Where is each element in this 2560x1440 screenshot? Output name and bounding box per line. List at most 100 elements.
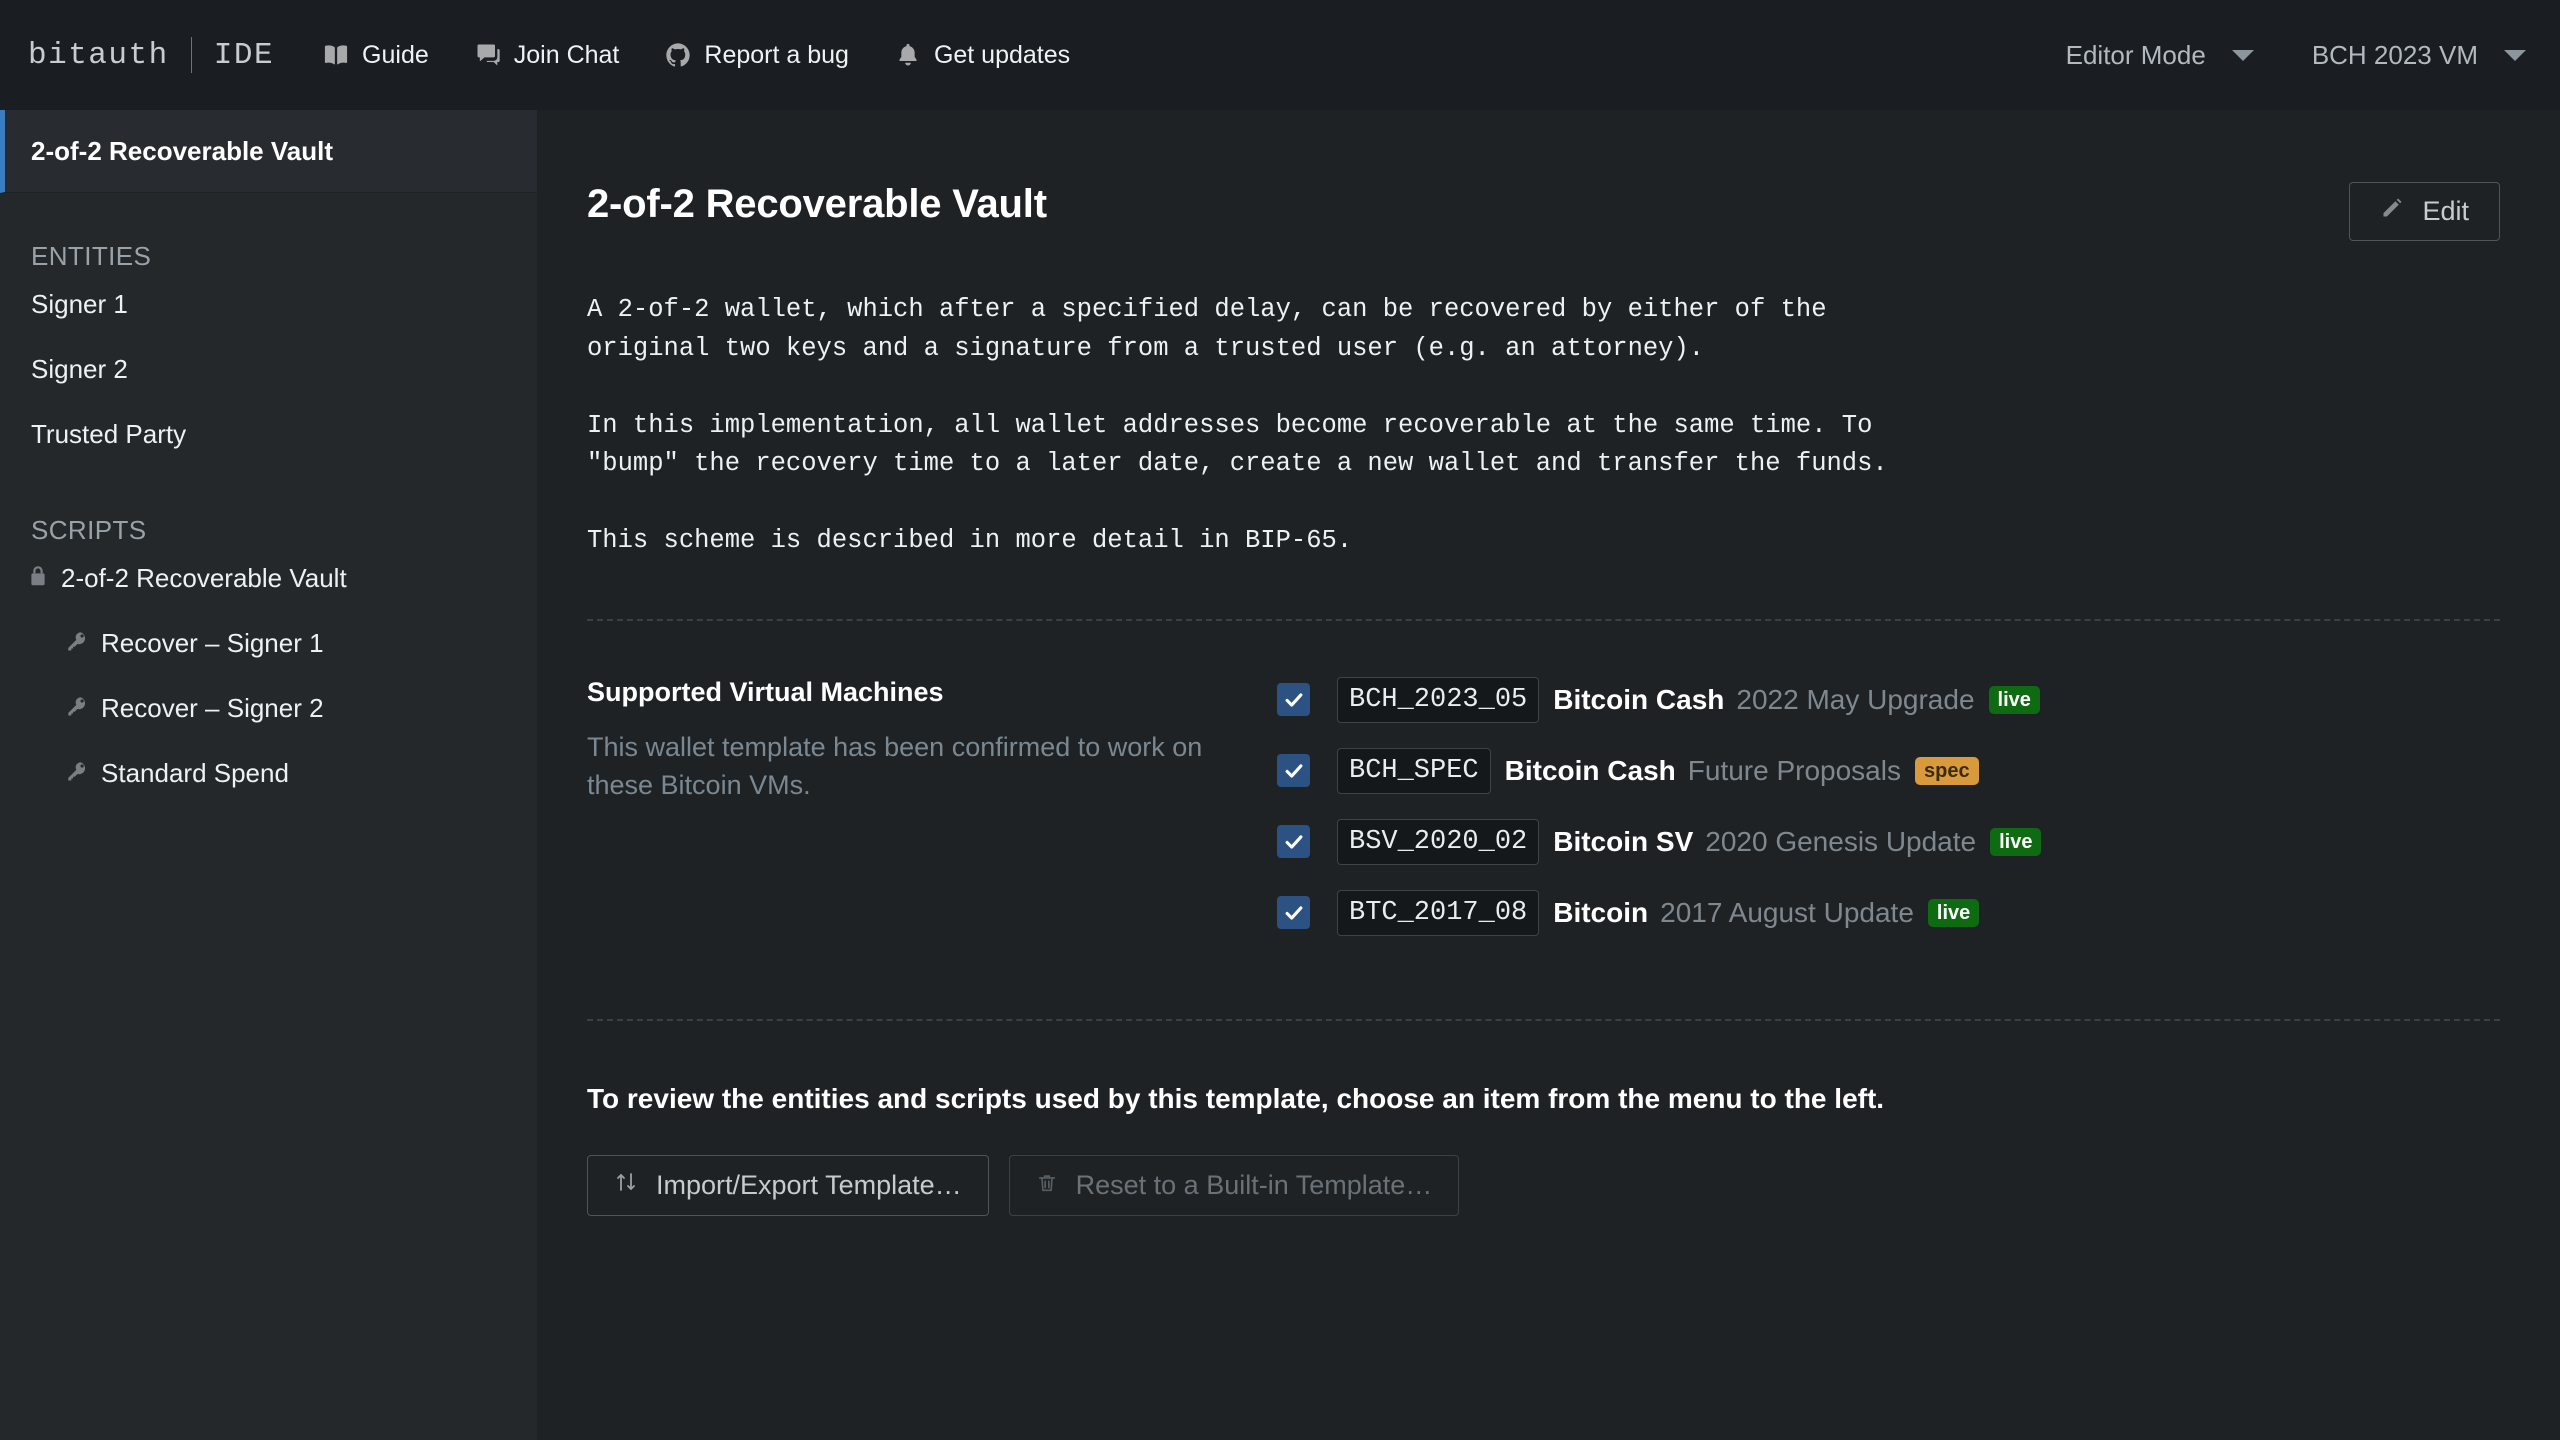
check-icon: [1283, 689, 1305, 711]
title-row: 2-of-2 Recoverable Vault Edit: [587, 182, 2500, 241]
supported-vms-list: BCH_2023_05 Bitcoin Cash 2022 May Upgrad…: [1277, 677, 2500, 961]
divider-top: [587, 619, 2500, 621]
nav-link-label: Report a bug: [704, 41, 849, 70]
vm-selector-label: BCH 2023 VM: [2312, 40, 2478, 71]
button-label: Reset to a Built-in Template…: [1076, 1170, 1433, 1201]
vm-name: Bitcoin Cash: [1553, 684, 1724, 716]
brand-logo[interactable]: bitauth IDE: [28, 37, 274, 73]
chevron-down-icon: [2504, 50, 2526, 61]
header-right-controls: Editor Mode BCH 2023 VM: [2066, 40, 2526, 71]
app-root: bitauth IDE Guide: [0, 0, 2560, 1440]
brand-divider: [191, 37, 192, 73]
vm-checkbox-bsv-2020-02[interactable]: [1277, 825, 1310, 858]
vm-row: BTC_2017_08 Bitcoin 2017 August Update l…: [1277, 890, 2500, 936]
status-badge: spec: [1915, 757, 1979, 785]
github-icon: [664, 41, 692, 69]
sidebar-script-recover-signer-1[interactable]: Recover – Signer 1: [0, 611, 537, 676]
nav-link-guide[interactable]: Guide: [322, 41, 429, 70]
page-title: 2-of-2 Recoverable Vault: [587, 182, 1047, 227]
sidebar-item-label: Recover – Signer 2: [101, 693, 324, 724]
chat-icon: [474, 41, 502, 69]
app-body: 2-of-2 Recoverable Vault ENTITIES Signer…: [0, 110, 2560, 1440]
description-paragraph-3: This scheme is described in more detail …: [587, 522, 2500, 561]
supported-vms-info: Supported Virtual Machines This wallet t…: [587, 677, 1277, 961]
book-icon: [322, 41, 350, 69]
vm-id: BTC_2017_08: [1337, 890, 1539, 936]
vm-checkbox-bch-spec[interactable]: [1277, 754, 1310, 787]
vm-row: BSV_2020_02 Bitcoin SV 2020 Genesis Upda…: [1277, 819, 2500, 865]
chevron-down-icon: [2232, 50, 2254, 61]
check-icon: [1283, 831, 1305, 853]
sidebar-item-template-name[interactable]: 2-of-2 Recoverable Vault: [0, 110, 537, 193]
sidebar-script-locking[interactable]: 2-of-2 Recoverable Vault: [0, 546, 537, 611]
sidebar-item-trusted-party[interactable]: Trusted Party: [0, 402, 537, 467]
nav-link-join-chat[interactable]: Join Chat: [474, 41, 620, 70]
vm-checkbox-btc-2017-08[interactable]: [1277, 896, 1310, 929]
sidebar-script-recover-signer-2[interactable]: Recover – Signer 2: [0, 676, 537, 741]
vm-id: BCH_SPEC: [1337, 748, 1491, 794]
supported-vms-section: Supported Virtual Machines This wallet t…: [587, 677, 2500, 961]
check-icon: [1283, 902, 1305, 924]
nav-link-label: Join Chat: [514, 41, 620, 70]
vm-name: Bitcoin Cash: [1505, 755, 1676, 787]
sidebar-item-label: Trusted Party: [31, 419, 186, 450]
edit-button-label: Edit: [2422, 196, 2469, 227]
editor-mode-label: Editor Mode: [2066, 40, 2206, 71]
header-nav: Guide Join Chat Report a bug: [322, 41, 1070, 70]
vm-note: Future Proposals: [1688, 755, 1901, 787]
sidebar-item-label: 2-of-2 Recoverable Vault: [61, 563, 347, 594]
check-icon: [1283, 760, 1305, 782]
sidebar-section-entities: ENTITIES: [0, 193, 537, 272]
review-instruction: To review the entities and scripts used …: [587, 1083, 2500, 1115]
supported-vms-heading: Supported Virtual Machines: [587, 677, 1247, 708]
vm-note: 2017 August Update: [1660, 897, 1914, 929]
status-badge: live: [1928, 899, 1979, 927]
reset-to-builtin-template-button[interactable]: Reset to a Built-in Template…: [1009, 1155, 1460, 1216]
vm-note: 2020 Genesis Update: [1705, 826, 1976, 858]
vm-checkbox-bch-2023-05[interactable]: [1277, 683, 1310, 716]
edit-button[interactable]: Edit: [2349, 182, 2500, 241]
description-paragraph-1: A 2-of-2 wallet, which after a specified…: [587, 291, 2500, 369]
key-icon: [66, 628, 88, 659]
divider-bottom: [587, 1019, 2500, 1021]
vm-row: BCH_SPEC Bitcoin Cash Future Proposals s…: [1277, 748, 2500, 794]
brand-suffix: IDE: [214, 38, 274, 73]
brand-name: bitauth: [28, 38, 169, 73]
template-actions: Import/Export Template… Reset to a Built…: [587, 1155, 2500, 1216]
status-badge: live: [1990, 828, 2041, 856]
vm-selector[interactable]: BCH 2023 VM: [2312, 40, 2526, 71]
vm-id: BSV_2020_02: [1337, 819, 1539, 865]
trash-icon: [1036, 1170, 1058, 1201]
description-paragraph-2: In this implementation, all wallet addre…: [587, 407, 2500, 485]
import-export-template-button[interactable]: Import/Export Template…: [587, 1155, 989, 1216]
key-icon: [66, 693, 88, 724]
editor-mode-selector[interactable]: Editor Mode: [2066, 40, 2254, 71]
sidebar-script-standard-spend[interactable]: Standard Spend: [0, 741, 537, 806]
nav-link-label: Get updates: [934, 41, 1070, 70]
sidebar-item-label: Standard Spend: [101, 758, 289, 789]
sidebar-item-label: Signer 1: [31, 289, 128, 320]
sidebar-item-label: Signer 2: [31, 354, 128, 385]
sidebar: 2-of-2 Recoverable Vault ENTITIES Signer…: [0, 110, 537, 1440]
vm-name: Bitcoin: [1553, 897, 1648, 929]
vm-note: 2022 May Upgrade: [1736, 684, 1974, 716]
nav-link-label: Guide: [362, 41, 429, 70]
lock-icon: [28, 563, 48, 594]
supported-vms-subtext: This wallet template has been confirmed …: [587, 728, 1247, 805]
sidebar-item-signer-1[interactable]: Signer 1: [0, 272, 537, 337]
vm-row: BCH_2023_05 Bitcoin Cash 2022 May Upgrad…: [1277, 677, 2500, 723]
import-export-icon: [614, 1170, 638, 1201]
vm-name: Bitcoin SV: [1553, 826, 1693, 858]
button-label: Import/Export Template…: [656, 1170, 962, 1201]
vm-id: BCH_2023_05: [1337, 677, 1539, 723]
main-content: 2-of-2 Recoverable Vault Edit A 2-of-2 w…: [537, 110, 2560, 1440]
app-header: bitauth IDE Guide: [0, 0, 2560, 110]
sidebar-template-label: 2-of-2 Recoverable Vault: [31, 136, 333, 167]
sidebar-item-label: Recover – Signer 1: [101, 628, 324, 659]
bell-icon: [894, 41, 922, 69]
sidebar-section-scripts: SCRIPTS: [0, 467, 537, 546]
status-badge: live: [1989, 686, 2040, 714]
nav-link-get-updates[interactable]: Get updates: [894, 41, 1070, 70]
nav-link-report-a-bug[interactable]: Report a bug: [664, 41, 849, 70]
sidebar-item-signer-2[interactable]: Signer 2: [0, 337, 537, 402]
